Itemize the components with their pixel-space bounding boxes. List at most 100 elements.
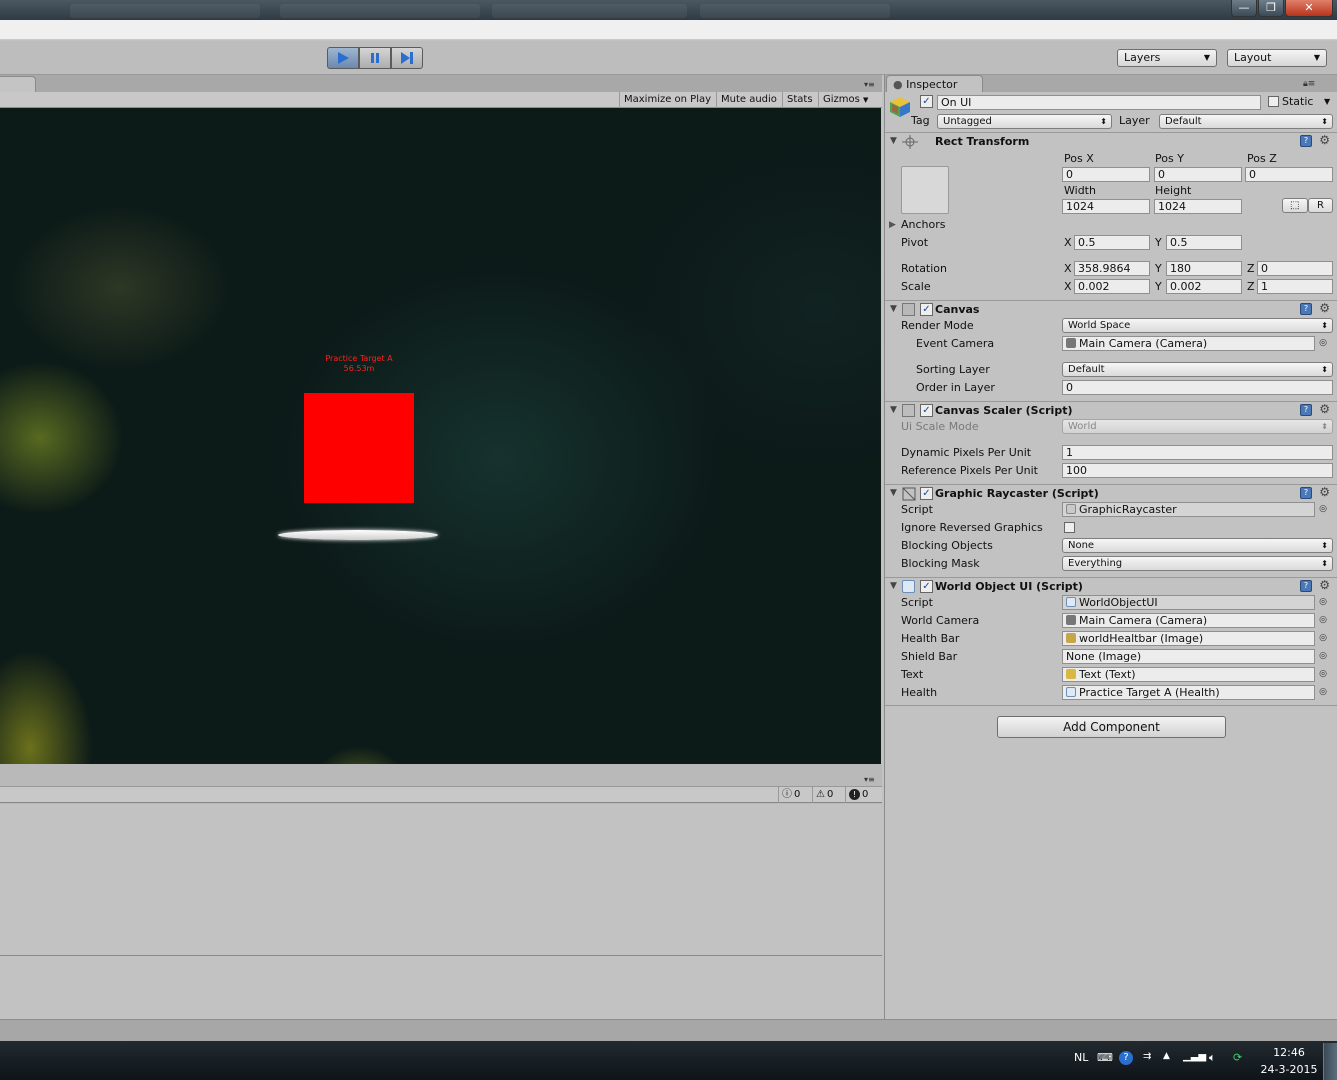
gizmos-button[interactable]: Gizmos ▼: [818, 92, 882, 108]
dynamic-ppu-field[interactable]: 1: [1062, 445, 1333, 460]
console-detail-area[interactable]: [0, 957, 882, 1019]
tray-tool-icon[interactable]: ⇉: [1143, 1051, 1151, 1062]
rotation-y-field[interactable]: 180: [1166, 261, 1242, 276]
keyboard-icon[interactable]: ⌨: [1097, 1051, 1113, 1064]
volume-icon[interactable]: 🔈︎: [1209, 1051, 1216, 1065]
height-field[interactable]: 1024: [1154, 199, 1242, 214]
canvas-header[interactable]: ▼ ✓ Canvas ? ⚙: [885, 300, 1337, 318]
minimize-button[interactable]: —: [1231, 0, 1257, 17]
layer-dropdown[interactable]: Default ⬍: [1159, 114, 1333, 129]
clock-date[interactable]: 24-3-2015: [1260, 1063, 1318, 1076]
chevron-down-icon[interactable]: ▼: [1324, 95, 1330, 109]
raw-edit-button[interactable]: R: [1308, 198, 1333, 213]
health-field[interactable]: Practice Target A (Health): [1062, 685, 1315, 700]
add-component-button[interactable]: Add Component: [997, 716, 1226, 738]
help-icon[interactable]: ?: [1300, 135, 1312, 147]
show-hidden-icons-icon[interactable]: ▲: [1163, 1051, 1170, 1061]
posy-field[interactable]: 0: [1154, 167, 1242, 182]
event-camera-field[interactable]: Main Camera (Camera): [1062, 336, 1315, 351]
clock-time[interactable]: 12:46: [1272, 1046, 1306, 1059]
maximize-on-play-button[interactable]: Maximize on Play: [619, 92, 715, 108]
step-button[interactable]: [391, 47, 423, 69]
help-icon[interactable]: ?: [1300, 303, 1312, 315]
text-field[interactable]: Text (Text): [1062, 667, 1315, 682]
gear-icon[interactable]: ⚙: [1319, 133, 1330, 147]
canvas-scaler-header[interactable]: ▼ ✓ Canvas Scaler (Script) ? ⚙: [885, 401, 1337, 419]
object-picker-icon[interactable]: ◎: [1319, 633, 1327, 643]
graphic-raycaster-header[interactable]: ▼ ✓ Graphic Raycaster (Script) ? ⚙: [885, 484, 1337, 502]
world-object-ui-header[interactable]: ▼ ✓ World Object UI (Script) ? ⚙: [885, 577, 1337, 595]
ignore-reversed-checkbox[interactable]: [1064, 522, 1075, 533]
mute-audio-button[interactable]: Mute audio: [716, 92, 781, 108]
help-icon[interactable]: ?: [1300, 580, 1312, 592]
tab-inspector[interactable]: ● Inspector: [886, 75, 983, 93]
health-bar-field[interactable]: worldHealtbar (Image): [1062, 631, 1315, 646]
order-in-layer-field[interactable]: 0: [1062, 380, 1333, 395]
rotation-z-field[interactable]: 0: [1257, 261, 1333, 276]
blocking-mask-dropdown[interactable]: Everything ⬍: [1062, 556, 1333, 571]
scale-z-field[interactable]: 1: [1257, 279, 1333, 294]
error-count-toggle[interactable]: ! 0: [845, 786, 877, 803]
reference-ppu-field[interactable]: 100: [1062, 463, 1333, 478]
console-log-list[interactable]: [0, 804, 882, 956]
lock-icon[interactable]: 🔒︎≡: [1303, 79, 1315, 89]
pivot-x-field[interactable]: 0.5: [1074, 235, 1150, 250]
pivot-y-field[interactable]: 0.5: [1166, 235, 1242, 250]
canvas-scaler-enabled-checkbox[interactable]: ✓: [920, 404, 933, 417]
gear-icon[interactable]: ⚙: [1319, 485, 1330, 499]
world-object-ui-enabled-checkbox[interactable]: ✓: [920, 580, 933, 593]
object-name-field[interactable]: On UI: [937, 95, 1261, 110]
object-picker-icon[interactable]: ◎: [1319, 669, 1327, 679]
active-checkbox[interactable]: ✓: [920, 95, 933, 108]
pause-button[interactable]: [359, 47, 391, 69]
object-picker-icon[interactable]: ◎: [1319, 687, 1327, 697]
object-picker-icon[interactable]: ◎: [1319, 504, 1327, 514]
help-icon[interactable]: ?: [1300, 404, 1312, 416]
help-icon[interactable]: ?: [1300, 487, 1312, 499]
game-view[interactable]: Practice Target A 56.53m: [0, 108, 881, 764]
rotation-x-field[interactable]: 358.9864: [1074, 261, 1150, 276]
scale-y-field[interactable]: 0.002: [1166, 279, 1242, 294]
language-indicator[interactable]: NL: [1074, 1051, 1088, 1064]
expand-triangle-icon[interactable]: ▶: [889, 218, 896, 232]
sync-icon[interactable]: ⟳: [1233, 1051, 1242, 1064]
width-field[interactable]: 1024: [1062, 199, 1150, 214]
info-count-toggle[interactable]: ⓘ 0: [778, 786, 803, 803]
object-picker-icon[interactable]: ◎: [1319, 338, 1327, 348]
wo-script-field[interactable]: WorldObjectUI: [1062, 595, 1315, 610]
static-checkbox[interactable]: [1268, 96, 1279, 107]
panel-menu-icon[interactable]: ▾≡: [864, 80, 875, 89]
layers-dropdown[interactable]: Layers ▼: [1117, 49, 1217, 67]
gear-icon[interactable]: ⚙: [1319, 301, 1330, 315]
posx-field[interactable]: 0: [1062, 167, 1150, 182]
scale-x-field[interactable]: 0.002: [1074, 279, 1150, 294]
show-desktop-button[interactable]: [1323, 1043, 1337, 1080]
panel-menu-icon[interactable]: ▾≡: [864, 775, 875, 784]
blueprint-mode-button[interactable]: ⬚: [1282, 198, 1308, 213]
game-tab[interactable]: [0, 76, 36, 93]
canvas-enabled-checkbox[interactable]: ✓: [920, 303, 933, 316]
world-camera-field[interactable]: Main Camera (Camera): [1062, 613, 1315, 628]
network-icon[interactable]: ▁▃▅: [1183, 1051, 1206, 1062]
sorting-layer-dropdown[interactable]: Default ⬍: [1062, 362, 1333, 377]
gear-icon[interactable]: ⚙: [1319, 402, 1330, 416]
help-tray-icon[interactable]: ?: [1119, 1051, 1133, 1065]
close-button[interactable]: ✕: [1285, 0, 1333, 17]
stats-button[interactable]: Stats: [782, 92, 817, 108]
object-picker-icon[interactable]: ◎: [1319, 597, 1327, 607]
blocking-objects-dropdown[interactable]: None ⬍: [1062, 538, 1333, 553]
tag-dropdown[interactable]: Untagged ⬍: [937, 114, 1112, 129]
graphic-raycaster-enabled-checkbox[interactable]: ✓: [920, 487, 933, 500]
rect-transform-header[interactable]: ▼ Rect Transform ? ⚙: [885, 132, 1337, 150]
anchor-presets-button[interactable]: [901, 166, 949, 214]
warning-count-toggle[interactable]: ⚠ 0: [812, 786, 836, 803]
play-button[interactable]: [327, 47, 359, 69]
object-picker-icon[interactable]: ◎: [1319, 615, 1327, 625]
shield-bar-field[interactable]: None (Image): [1062, 649, 1315, 664]
raycaster-script-field[interactable]: GraphicRaycaster: [1062, 502, 1315, 517]
maximize-button[interactable]: ❐: [1258, 0, 1284, 17]
render-mode-dropdown[interactable]: World Space ⬍: [1062, 318, 1333, 333]
posz-field[interactable]: 0: [1245, 167, 1333, 182]
gear-icon[interactable]: ⚙: [1319, 578, 1330, 592]
object-picker-icon[interactable]: ◎: [1319, 651, 1327, 661]
